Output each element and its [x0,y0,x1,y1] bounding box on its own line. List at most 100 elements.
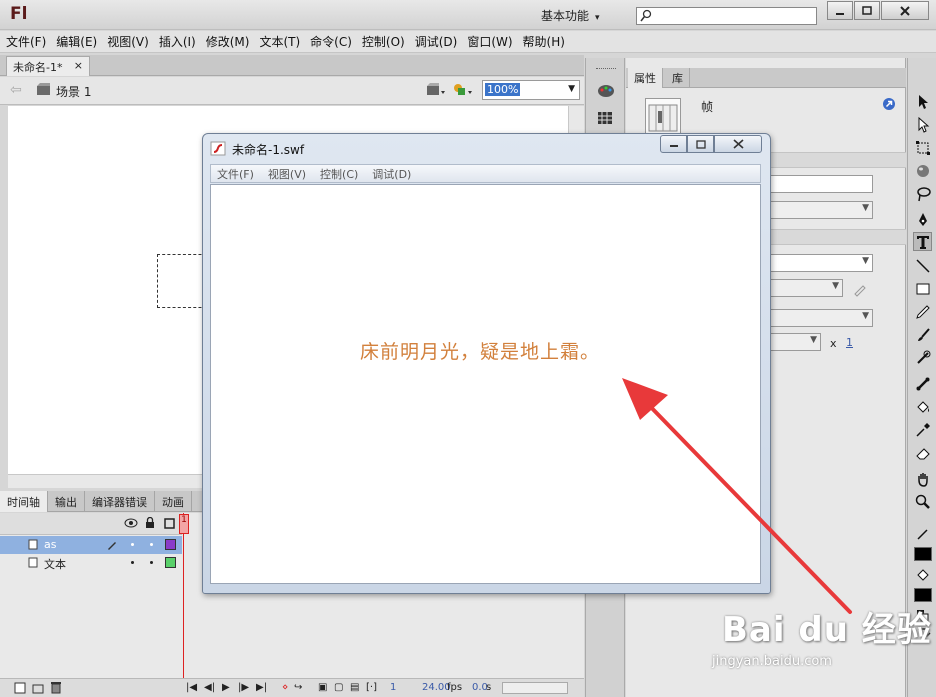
loop-icon[interactable]: ↪ [294,682,302,693]
timeline-horizontal-scrollbar[interactable] [502,682,568,694]
workspace-switcher[interactable]: 基本功能 ▾ [541,7,600,24]
eye-icon[interactable] [124,518,138,528]
grip-icon[interactable] [596,68,616,71]
hand-tool[interactable] [913,469,932,488]
back-arrow-icon[interactable]: ⇦ [10,82,22,98]
onion-markers-icon[interactable]: [·] [366,682,377,693]
onion-outline-icon[interactable]: ▢ [334,682,343,693]
playhead[interactable]: 1 [179,514,189,534]
frame-name-input[interactable] [769,175,873,193]
repeat-select[interactable]: ▼ [769,333,821,351]
menu-insert[interactable]: 插入(I) [159,33,196,50]
free-transform-tool[interactable] [913,138,932,157]
play-icon[interactable]: ▶ [222,682,230,693]
baidu-watermark: Bai du 经验 [722,610,932,650]
trash-icon[interactable] [50,681,62,694]
stroke-color-tool[interactable] [913,524,932,543]
outline-icon[interactable] [164,518,175,529]
tab-library[interactable]: 库 [666,68,690,88]
tab-compiler-errors[interactable]: 编译器错误 [85,491,155,512]
text-tool[interactable] [913,232,932,251]
tab-timeline[interactable]: 时间轴 [0,491,48,512]
menu-help[interactable]: 帮助(H) [523,33,565,50]
help-search-input[interactable] [636,7,817,25]
label-type-select[interactable]: ▼ [769,201,873,219]
swf-menu-file[interactable]: 文件(F) [217,166,254,182]
swf-close-button[interactable] [714,135,762,153]
swatches-grid-icon[interactable] [597,111,613,125]
help-link-icon[interactable] [882,97,896,111]
pen-tool[interactable] [913,210,932,229]
menu-edit[interactable]: 编辑(E) [56,33,97,50]
frame-rate-unit: fps [447,682,463,693]
lock-icon[interactable] [145,517,155,529]
edit-bar: ⇦ 场景 1 100% ▼ [0,77,584,105]
menu-debug[interactable]: 调试(D) [415,33,458,50]
swf-menu-debug[interactable]: 调试(D) [372,166,411,182]
sync-select[interactable]: ▼ [769,309,873,327]
menu-file[interactable]: 文件(F) [6,33,46,50]
layer-row[interactable]: 文本 [0,554,182,572]
minimize-button[interactable] [827,1,853,20]
layer-icon [28,557,38,568]
swf-menu-view[interactable]: 视图(V) [268,166,306,182]
center-frame-icon[interactable]: ⋄ [282,682,288,693]
swf-maximize-button[interactable] [687,135,714,153]
paint-bucket-tool[interactable] [913,397,932,416]
eyedropper-tool[interactable] [913,420,932,439]
edit-multiple-frames-icon[interactable]: ▤ [350,682,359,693]
bone-tool[interactable] [913,374,932,393]
lasso-tool[interactable] [913,184,932,203]
onion-skin-icon[interactable]: ▣ [318,682,327,693]
menu-view[interactable]: 视图(V) [107,33,149,50]
color-palette-icon[interactable] [597,83,615,99]
menu-control[interactable]: 控制(O) [362,33,405,50]
3d-rotation-tool[interactable] [913,161,932,180]
step-forward-icon[interactable]: |▶ [238,682,249,693]
document-tab[interactable]: 未命名-1* × [6,56,90,76]
deco-tool[interactable] [913,348,932,367]
rectangle-tool[interactable] [913,279,932,298]
tween-select[interactable]: ▼ [769,254,873,272]
tab-close-icon[interactable]: × [74,59,83,74]
swf-menu-control[interactable]: 控制(C) [320,166,358,182]
current-frame[interactable]: 1 [390,682,396,693]
edit-scene-icon[interactable] [426,82,446,98]
edit-pencil-icon[interactable] [852,281,868,297]
visibility-dot[interactable] [131,543,134,546]
go-first-frame-icon[interactable]: |◀ [186,682,197,693]
tab-motion[interactable]: 动画 [155,491,192,512]
effect-select[interactable]: ▼ [769,279,843,297]
layer-color-swatch[interactable] [165,539,176,550]
repeat-count-value[interactable]: 1 [846,336,853,349]
go-last-frame-icon[interactable]: ▶| [256,682,267,693]
close-button[interactable] [881,1,929,20]
eraser-tool[interactable] [913,443,932,462]
menu-commands[interactable]: 命令(C) [310,33,352,50]
layer-row[interactable]: as [0,536,182,554]
line-tool[interactable] [913,256,932,275]
fill-color-tool[interactable] [913,565,932,584]
subselection-tool[interactable] [913,115,932,134]
swf-minimize-button[interactable] [660,135,687,153]
step-back-icon[interactable]: ◀| [204,682,215,693]
tab-properties[interactable]: 属性 [628,68,663,88]
new-layer-icon[interactable] [14,682,26,694]
stroke-color-swatch[interactable] [913,544,932,563]
new-folder-icon[interactable] [32,682,44,694]
edit-symbols-icon[interactable] [452,82,474,98]
menu-window[interactable]: 窗口(W) [467,33,512,50]
lock-dot[interactable] [150,561,153,564]
lock-dot[interactable] [150,543,153,546]
pencil-tool[interactable] [913,302,932,321]
visibility-dot[interactable] [131,561,134,564]
selection-tool[interactable] [913,92,932,111]
brush-tool[interactable] [913,325,932,344]
maximize-button[interactable] [854,1,880,20]
tab-output[interactable]: 输出 [48,491,85,512]
menu-text[interactable]: 文本(T) [259,33,300,50]
layer-color-swatch[interactable] [165,557,176,568]
menu-modify[interactable]: 修改(M) [206,33,250,50]
zoom-tool[interactable] [913,492,932,511]
zoom-select[interactable]: 100% ▼ [482,80,580,100]
